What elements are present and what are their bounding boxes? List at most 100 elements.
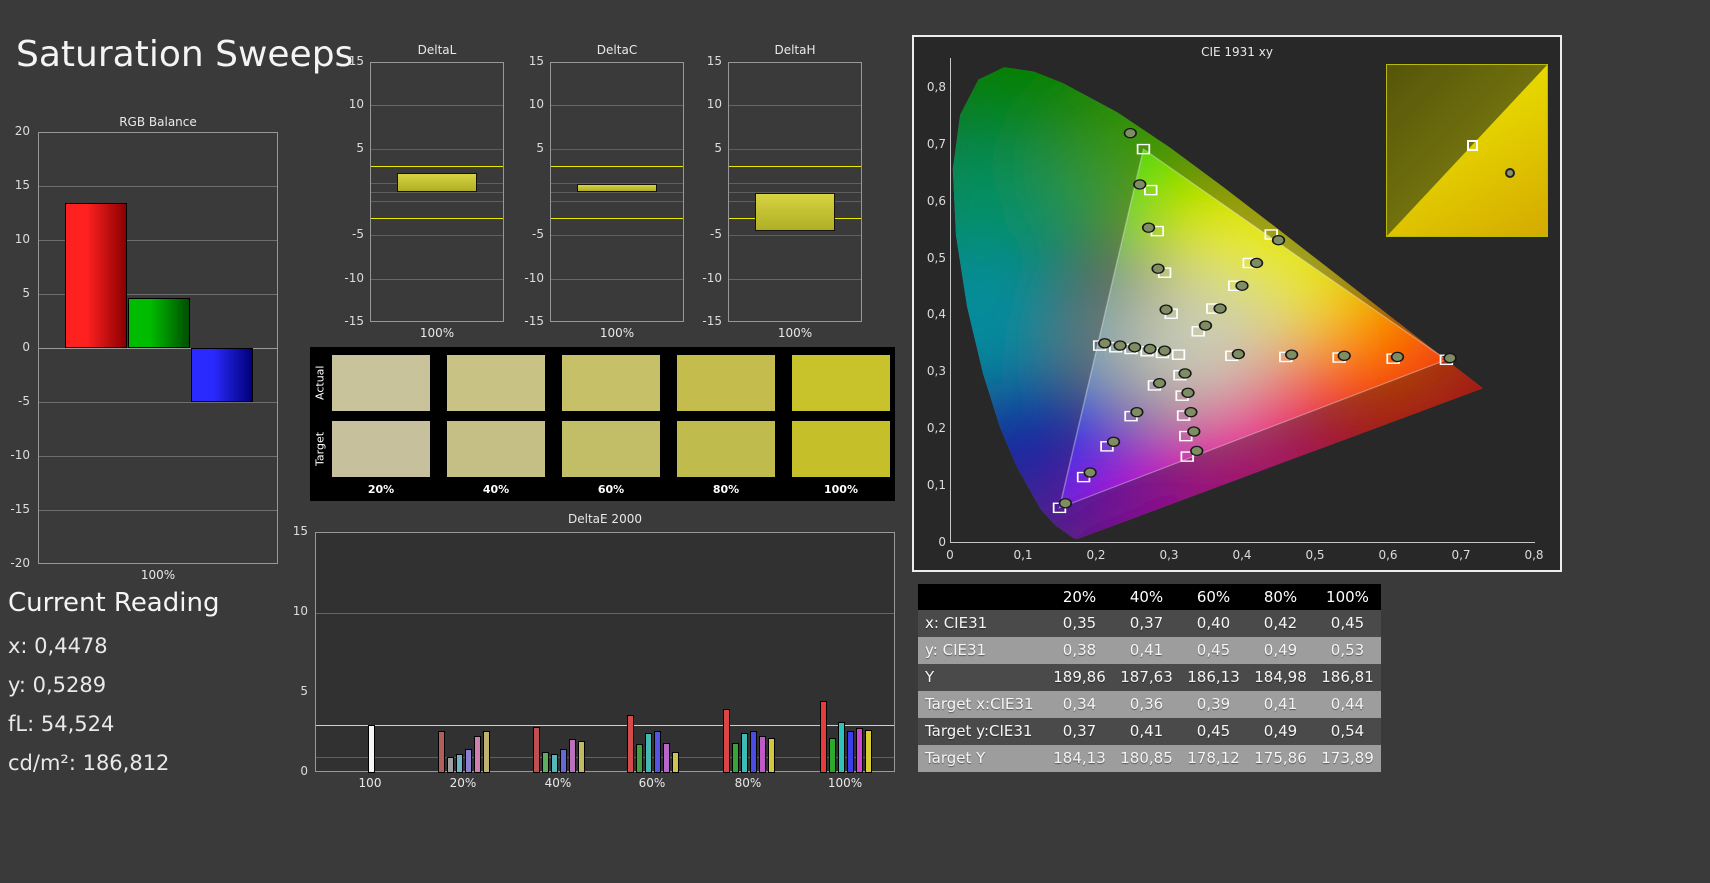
y-tick-label: 5 [22, 286, 30, 300]
delta-e-group-label: 100% [827, 776, 863, 790]
table-cell: 187,63 [1120, 668, 1173, 686]
table-cell: 0,45 [1330, 614, 1365, 632]
cie-x-tick-label: 0,3 [1159, 548, 1179, 562]
delta-bar [755, 193, 835, 232]
delta-e-bar [741, 733, 748, 773]
delta-e-bar [732, 742, 739, 773]
y-tick-label: -5 [18, 394, 30, 408]
yellow-measured-marker [1198, 320, 1213, 331]
green-measured-marker [1141, 222, 1156, 233]
delta-l-chart: DeltaL 15 10 5 -5 -10 -15 100% [338, 40, 508, 350]
magenta-measured-marker [1178, 368, 1192, 379]
swatch-column-label: 60% [597, 483, 625, 496]
delta-e-bar [672, 752, 679, 773]
table-cell: 180,85 [1120, 749, 1173, 767]
target-row-label: Target [313, 431, 327, 467]
gridline [39, 402, 277, 403]
cie-x-tick-label: 0,4 [1232, 548, 1252, 562]
delta-e-plot [315, 532, 895, 773]
cyan-measured-marker [1128, 342, 1142, 353]
gridline [39, 186, 277, 187]
delta_c-title: DeltaC [596, 43, 638, 57]
limit-line [729, 105, 861, 107]
rgb-balance-x-label: 100% [140, 568, 176, 582]
swatch-column-label: 20% [367, 483, 395, 496]
delta-e-2000-chart: DeltaE 2000 15 10 5 0 100 20% 40% 60% 80% 100% [280, 510, 920, 810]
table-row: Y 189,86 187,63 186,13 184,98 186,81 [918, 664, 1381, 691]
table-header-cell: 60% [1196, 588, 1231, 606]
target-swatch-40% [447, 421, 545, 477]
delta-e-group-label: 100 [358, 776, 382, 790]
y-tick-label: -15 [524, 314, 544, 328]
limit-line [729, 183, 861, 185]
inset-target-square [1467, 140, 1478, 152]
bar-red [65, 203, 127, 348]
delta-e-bar [542, 752, 549, 773]
delta-e-bar [627, 715, 634, 773]
table-row-label: y: CIE31 [925, 641, 987, 659]
y-tick-label: 20 [14, 124, 30, 138]
table-row-label: Target x:CIE31 [925, 695, 1034, 713]
table-cell: 0,34 [1062, 695, 1097, 713]
y-tick-label: 10 [706, 97, 722, 112]
magenta-measured-marker [1181, 387, 1195, 398]
limit-line [551, 218, 683, 219]
swatch-column-label: 100% [824, 483, 858, 496]
green-measured-marker [1133, 179, 1147, 190]
cie-y-tick-label: 0,6 [926, 193, 946, 208]
green-measured-marker [1151, 263, 1165, 274]
blue-measured-marker [1083, 467, 1097, 478]
calibration-report-screen: Saturation Sweeps RGB Balance 20 15 10 5 0 -5 -… [0, 0, 1710, 883]
table-cell: 175,86 [1254, 749, 1307, 767]
y-tick-label: -10 [702, 270, 722, 285]
delta-e-bar [636, 744, 643, 773]
table-cell: 186,13 [1187, 668, 1240, 686]
measurement-table: 20% 40% 60% 80% 100% x: CIE31 0,35 0,37 0,40 0,42… [918, 584, 1381, 772]
target-swatch-20% [332, 421, 430, 477]
delta-bar [577, 184, 657, 192]
limit-line [371, 165, 503, 167]
blue-measured-marker [1058, 498, 1072, 509]
delta_l-title: DeltaL [417, 43, 457, 57]
table-row-label: x: CIE31 [925, 614, 988, 632]
cie-y-tick-label: 0,5 [926, 250, 946, 265]
delta-e-bar [723, 709, 730, 773]
delta-e-bar [438, 731, 445, 773]
table-row-label: Target Y [925, 749, 986, 767]
gridline [371, 235, 503, 237]
table-cell: 0,49 [1263, 722, 1298, 740]
delta-e-bar [578, 741, 585, 773]
table-cell: 0,49 [1263, 641, 1298, 659]
actual-swatch-100% [792, 355, 890, 411]
swatch-column-label: 40% [482, 483, 510, 496]
y-tick-label: 10 [14, 232, 30, 246]
delta-e-bar [645, 733, 652, 773]
actual-swatch-20% [332, 355, 430, 411]
delta-e-bar [829, 737, 836, 773]
delta_h-plot [728, 62, 862, 322]
y-tick-label: 5 [714, 140, 722, 155]
table-cell: 184,13 [1053, 749, 1106, 767]
rgb-balance-title: RGB Balance [119, 115, 197, 129]
red-measured-marker [1337, 350, 1351, 361]
y-tick-label: 0 [22, 340, 30, 354]
cie-y-tick-label: 0,8 [926, 79, 946, 94]
table-cell: 0,37 [1062, 722, 1097, 740]
delta-e-group-label: 80% [734, 776, 762, 790]
table-row-label: Y [925, 668, 935, 686]
limit-line [551, 278, 683, 280]
limit-line [316, 613, 894, 614]
delta-e-group-label: 20% [449, 776, 477, 790]
delta-e-bar [768, 737, 775, 773]
cie-inset [1386, 64, 1548, 237]
gridline [551, 235, 683, 237]
gridline [39, 456, 277, 457]
delta-e-bar [847, 731, 854, 773]
gridline [551, 148, 683, 150]
yellow-measured-marker [1271, 235, 1286, 246]
target-swatch-80% [677, 421, 775, 477]
gridline [551, 192, 683, 193]
cie-x-tick-label: 0,6 [1378, 548, 1398, 562]
cyan-measured-marker [1143, 343, 1157, 355]
red-measured-marker [1390, 351, 1405, 363]
